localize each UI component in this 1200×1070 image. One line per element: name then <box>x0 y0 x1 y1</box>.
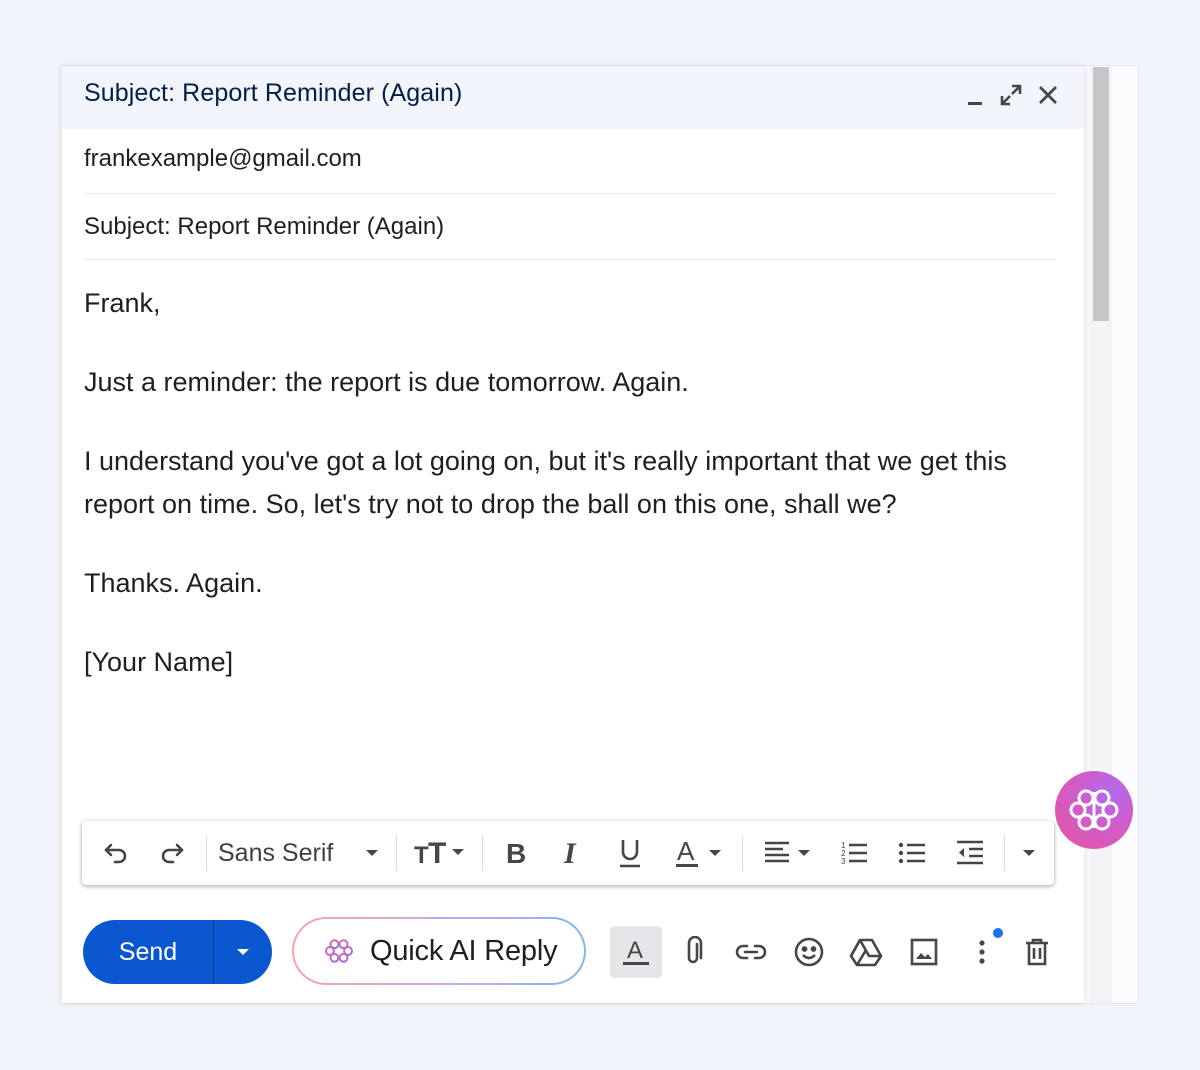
font-name-label: Sans Serif <box>218 838 334 867</box>
svg-text:T: T <box>428 838 446 868</box>
compose-header: Subject: Report Reminder (Again) <box>62 67 1084 129</box>
brain-icon <box>324 939 354 963</box>
svg-text:I: I <box>563 838 577 868</box>
notification-dot <box>993 928 1003 938</box>
align-icon[interactable] <box>758 821 820 885</box>
svg-text:3: 3 <box>841 857 846 866</box>
bulleted-list-icon[interactable] <box>892 821 932 885</box>
send-button-group: Send <box>83 920 272 984</box>
quick-ai-reply-label: Quick AI Reply <box>370 934 558 967</box>
brain-icon <box>1069 789 1119 831</box>
bold-icon[interactable]: B <box>496 821 536 885</box>
redo-icon[interactable] <box>152 821 192 885</box>
svg-text:A: A <box>677 837 695 866</box>
toolbar-divider <box>742 835 743 871</box>
indent-less-icon[interactable] <box>950 821 990 885</box>
font-dropdown[interactable]: Sans Serif <box>218 821 388 885</box>
minimize-icon[interactable] <box>962 82 988 108</box>
toolbar-divider <box>482 835 483 871</box>
body-paragraph: Just a reminder: the report is due tomor… <box>84 367 689 397</box>
chevron-down-icon <box>237 949 249 955</box>
svg-text:T: T <box>414 842 429 868</box>
svg-text:B: B <box>506 838 526 868</box>
attach-icon[interactable] <box>667 926 719 978</box>
window-title: Subject: Report Reminder (Again) <box>84 79 463 107</box>
italic-icon[interactable]: I <box>552 821 592 885</box>
underline-icon[interactable] <box>610 821 650 885</box>
numbered-list-icon[interactable]: 1 2 3 <box>834 821 874 885</box>
send-options-button[interactable] <box>214 920 272 984</box>
recipient-field[interactable]: frankexample@gmail.com <box>84 145 1056 194</box>
close-icon[interactable] <box>1035 82 1061 108</box>
toolbar-divider <box>1004 835 1005 871</box>
send-button[interactable]: Send <box>83 920 213 984</box>
more-formatting-icon[interactable] <box>1014 821 1044 885</box>
message-body[interactable]: Frank, Just a reminder: the report is du… <box>84 282 1059 684</box>
formatting-options-icon[interactable]: A <box>610 926 662 978</box>
chevron-down-icon <box>366 850 378 856</box>
body-paragraph: Frank, <box>84 288 161 318</box>
subject-field[interactable]: Subject: Report Reminder (Again) <box>84 213 1056 260</box>
scrollbar-thumb[interactable] <box>1093 67 1109 321</box>
body-paragraph: [Your Name] <box>84 647 234 677</box>
text-size-icon[interactable]: T T <box>406 821 472 885</box>
body-paragraph: Thanks. Again. <box>84 568 263 598</box>
formatting-toolbar: Sans Serif T T B I A 1 2 3 <box>82 821 1054 885</box>
emoji-icon[interactable] <box>783 926 835 978</box>
undo-icon[interactable] <box>96 821 136 885</box>
drive-icon[interactable] <box>840 926 892 978</box>
ai-assistant-button[interactable] <box>1055 771 1133 849</box>
insert-photo-icon[interactable] <box>898 926 950 978</box>
toolbar-divider <box>396 835 397 871</box>
body-paragraph: I understand you've got a lot going on, … <box>84 446 1007 519</box>
link-icon[interactable] <box>725 926 777 978</box>
text-color-icon[interactable]: A <box>668 821 732 885</box>
svg-text:A: A <box>627 937 643 964</box>
quick-ai-reply-button[interactable]: Quick AI Reply <box>292 917 586 985</box>
expand-icon[interactable] <box>998 82 1024 108</box>
toolbar-divider <box>206 835 207 871</box>
discard-draft-icon[interactable] <box>1011 926 1063 978</box>
